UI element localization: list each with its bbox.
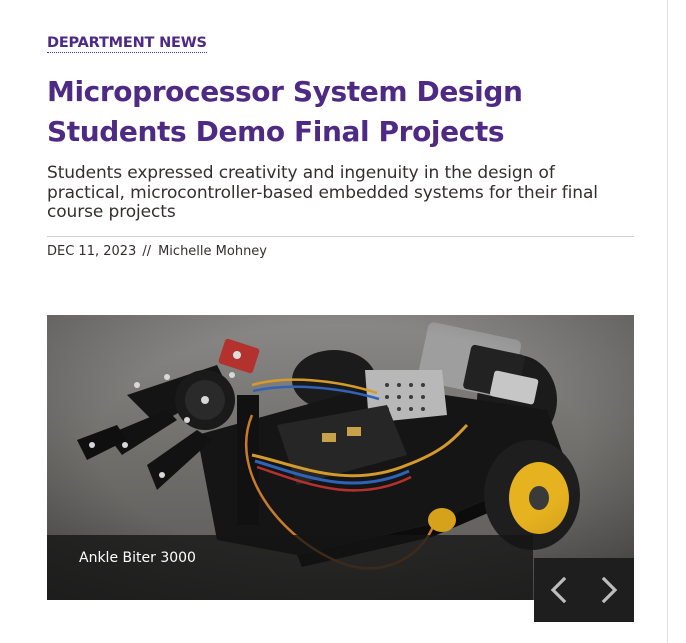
category-link[interactable]: DEPARTMENT NEWS [47, 34, 207, 53]
meta-separator: // [142, 244, 152, 259]
article-subheading: Students expressed creativity and ingenu… [47, 163, 598, 222]
previous-slide-button[interactable] [534, 558, 584, 622]
chevron-right-icon [601, 577, 618, 603]
slideshow-controls [534, 558, 634, 622]
publish-date: DEC 11, 2023 [47, 244, 137, 259]
article-headline: Microprocessor System Design Students De… [47, 75, 523, 148]
page-edge-rule [667, 0, 668, 643]
author-name: Michelle Mohney [158, 244, 268, 259]
caption-bar [47, 535, 533, 600]
divider [47, 236, 634, 237]
next-slide-button[interactable] [584, 558, 634, 622]
slide-caption: Ankle Biter 3000 [79, 550, 196, 566]
article-meta: DEC 11, 2023 // Michelle Mohney [47, 244, 267, 260]
photo-slideshow: Ankle Biter 3000 [47, 315, 634, 622]
chevron-left-icon [550, 577, 567, 603]
